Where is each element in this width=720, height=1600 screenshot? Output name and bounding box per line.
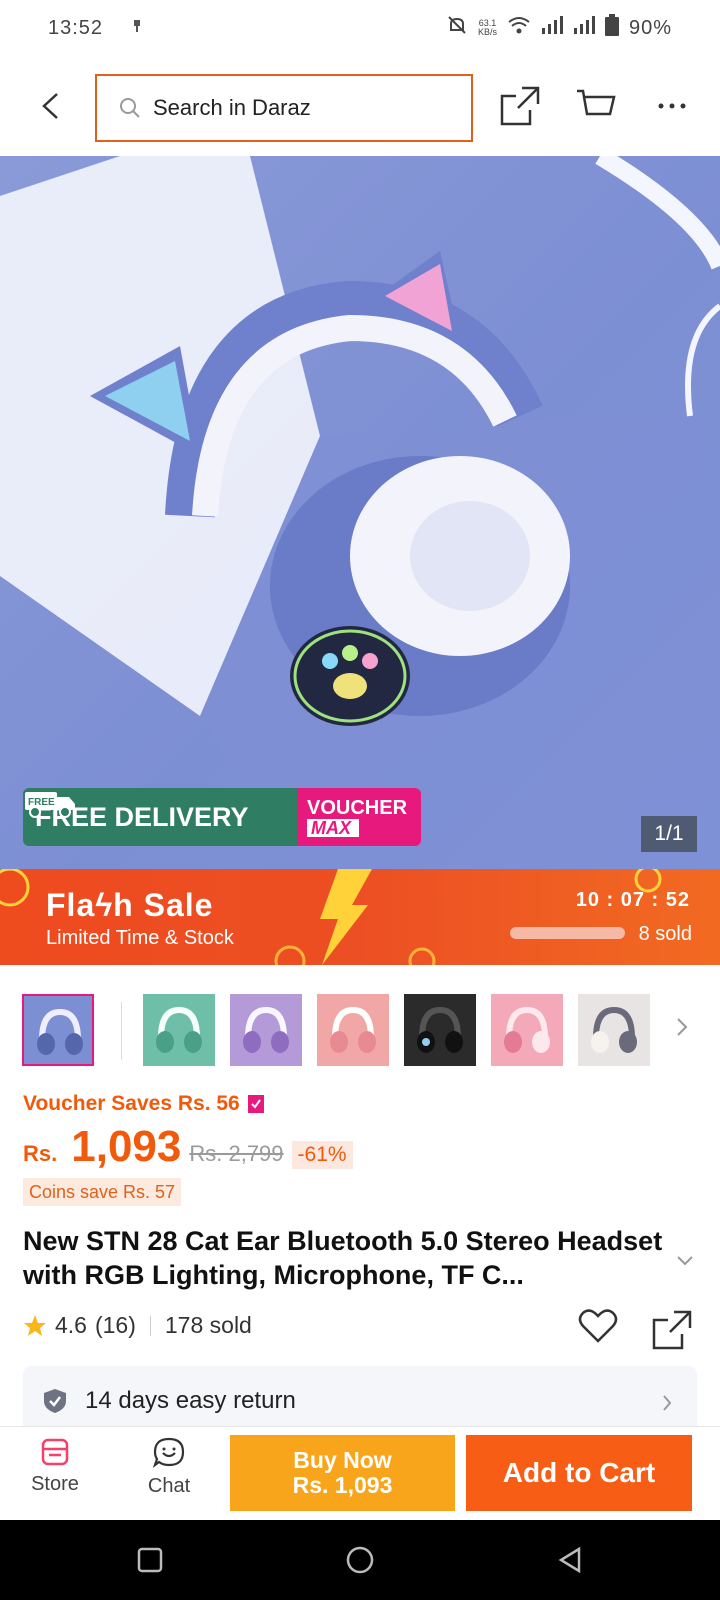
thumbnail-green[interactable] [143,994,215,1066]
heart-icon [578,1309,618,1343]
original-price: Rs. 2,799 [189,1141,284,1166]
chat-label: Chat [147,1475,191,1497]
product-image[interactable]: FREE FREE DELIVERY VOUCHER MAX 1/1 [0,156,720,869]
bottom-action-bar: Store Chat Buy Now Rs. 1,093 Add to Cart [0,1426,720,1520]
system-back-button[interactable] [550,1540,590,1580]
cart-button[interactable] [574,84,618,128]
recents-button[interactable] [130,1540,170,1580]
flash-sale-timer: 10 : 07 : 52 [575,889,690,911]
back-button[interactable] [30,86,70,126]
header: Search in Daraz [0,56,720,156]
store-label: Store [31,1473,79,1495]
voucher-saves-text: Voucher Saves Rs. 56 [23,1092,240,1115]
thumbnail-blue[interactable] [22,994,94,1066]
battery-percent: 90% [628,16,672,39]
variant-thumbnails [0,994,720,1068]
voucher-text: VOUCHER [307,797,408,819]
promo-banner: FREE FREE DELIVERY VOUCHER MAX [23,788,421,846]
rating-score: 4.6 [55,1312,87,1338]
free-tag-text: FREE [28,797,55,808]
thumbnail-white[interactable] [578,994,650,1066]
more-icon [658,103,686,109]
add-to-cart-button[interactable]: Add to Cart [466,1435,692,1511]
search-input[interactable]: Search in Daraz [95,74,473,142]
store-icon [41,1438,69,1466]
price-row: Rs. 1,093 Rs. 2,799 -61% [23,1122,353,1172]
status-bar: 13:52 63.1 KB/s 90% [0,0,720,56]
chevron-right-icon [677,1018,688,1036]
share-icon [500,86,540,126]
share-button[interactable] [498,84,542,128]
wifi-icon [507,15,531,41]
buy-now-label: Buy Now [293,1447,392,1473]
recents-icon [137,1547,163,1573]
headphones-illustration [0,156,720,869]
wishlist-button[interactable] [578,1308,618,1349]
price-currency: Rs. [23,1141,58,1166]
voucher-saves[interactable]: Voucher Saves Rs. 56 [23,1092,264,1116]
flash-sale-title: Flaϟh Sale [46,887,214,923]
chat-icon [153,1437,185,1468]
search-placeholder: Search in Daraz [153,95,311,120]
review-count: (16) [94,1312,136,1338]
buy-now-button[interactable]: Buy Now Rs. 1,093 [230,1435,455,1511]
coins-save-badge: Coins save Rs. 57 [23,1178,182,1206]
thumbnails-next-button[interactable] [675,1016,689,1043]
share-product-button[interactable] [652,1310,692,1355]
thumbnail-purple[interactable] [230,994,302,1066]
signal-icon-2 [573,16,595,40]
image-counter: 1/1 [641,816,697,852]
product-title: New STN 28 Cat Ear Bluetooth 5.0 Stereo … [23,1226,663,1290]
usb-icon [131,17,143,40]
truck-icon: FREE [25,792,75,818]
thumbnail-pink[interactable] [317,994,389,1066]
chevron-right-icon [661,1391,673,1419]
battery-icon [604,14,619,42]
cart-icon [577,89,616,116]
rating-row[interactable]: 4.6 (16) 178 sold [23,1312,252,1339]
rating-divider [149,1315,151,1336]
signal-icon [541,16,563,40]
chevron-left-icon [42,93,58,119]
search-icon [120,98,140,118]
sold-count: 178 sold [164,1312,252,1338]
buy-now-price: Rs. 1,093 [292,1472,393,1498]
back-triangle-icon [558,1546,581,1574]
voucher-max-badge: VOUCHER MAX [297,788,421,846]
chat-button[interactable]: Chat [134,1437,204,1498]
shield-icon [44,1389,66,1413]
mute-icon [446,14,468,42]
store-button[interactable]: Store [20,1437,90,1496]
flash-sale-banner[interactable]: Flaϟh Sale Limited Time & Stock 10 : 07 … [0,869,720,965]
thumbnail-rose[interactable] [491,994,563,1066]
share-icon [652,1310,692,1350]
thumbnail-black[interactable] [404,994,476,1066]
voucher-icon [247,1095,264,1113]
home-icon [346,1546,374,1574]
price-value: 1,093 [71,1122,182,1171]
more-button[interactable] [650,84,694,128]
system-nav-bar [0,1520,720,1600]
flash-sale-subtitle: Limited Time & Stock [46,927,234,949]
return-policy-text: 14 days easy return [85,1387,296,1414]
flash-sold-count: 8 sold [638,923,692,945]
flash-sold-progress [510,927,625,939]
thumbnail-divider [121,1002,122,1060]
status-time: 13:52 [48,16,104,39]
star-icon [24,1314,46,1336]
net-speed: 63.1 KB/s [478,19,497,37]
chevron-down-icon [677,1256,693,1266]
max-text: MAX [307,819,359,837]
discount-badge: -61% [291,1141,353,1169]
home-button[interactable] [340,1540,380,1580]
net-speed-unit: KB/s [477,27,497,37]
free-delivery-badge: FREE FREE DELIVERY [23,788,297,846]
expand-title-button[interactable] [676,1254,694,1272]
